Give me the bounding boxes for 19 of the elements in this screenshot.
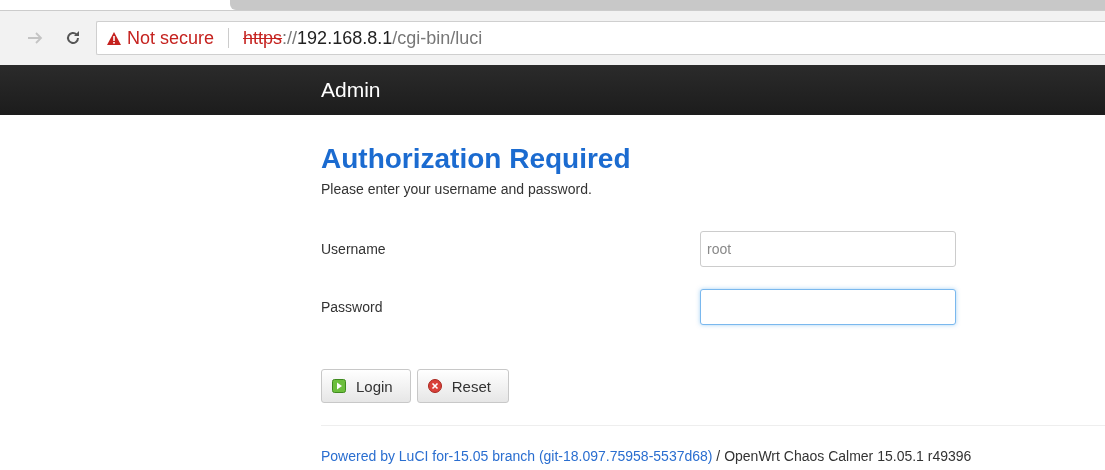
footer-text: Powered by LuCI for-15.05 branch (git-18.097.75958-5537d68) / OpenWrt Chaos Calmer 15.05.1 r49396 <box>321 448 973 464</box>
login-button[interactable]: Login <box>321 369 411 403</box>
reset-button[interactable]: Reset <box>416 369 509 403</box>
field-label: Username <box>321 241 387 257</box>
address-bar[interactable]: Not secure https://192.168.8.1/cgi-bin/luci <box>96 21 1105 55</box>
site-title[interactable]: Admin <box>321 78 381 101</box>
page-heading: Authorization Required <box>321 143 632 175</box>
url-text[interactable]: https://192.168.8.1/cgi-bin/luci <box>243 27 483 49</box>
input-field[interactable]: root <box>700 231 956 267</box>
luci-link[interactable]: Powered by LuCI for-15.05 branch (git-18.097.75958-5537d68) <box>321 448 713 464</box>
forward-arrow-icon[interactable] <box>26 30 44 46</box>
security-label[interactable]: Not secure <box>127 27 215 49</box>
cancel-icon <box>427 379 442 393</box>
reload-icon[interactable] <box>64 29 82 47</box>
input-field[interactable] <box>700 289 956 325</box>
warning-icon <box>107 31 121 45</box>
field-label: Password <box>321 299 384 315</box>
play-icon <box>332 379 346 393</box>
intro-text: Please enter your username and password. <box>321 181 593 197</box>
